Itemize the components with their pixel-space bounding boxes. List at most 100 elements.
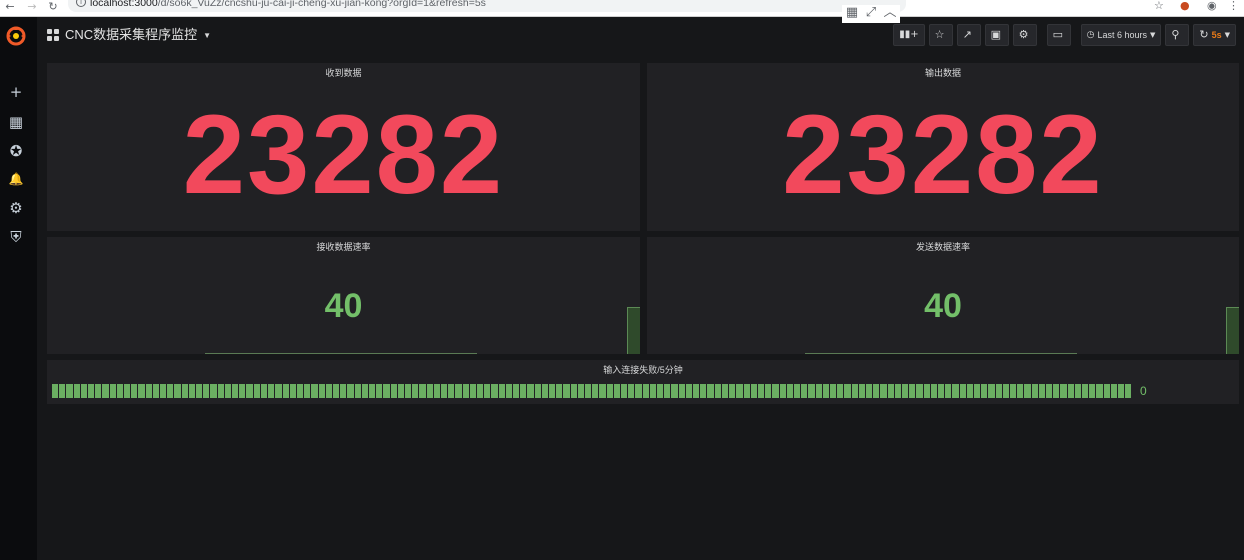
- url-text[interactable]: localhost:3000/d/so6k_VuZz/cncshu-ju-cai…: [90, 0, 530, 10]
- forward-icon[interactable]: →: [25, 0, 39, 13]
- bar-gauge-cell: [318, 384, 325, 398]
- grafana-logo-icon[interactable]: [6, 26, 26, 46]
- address-bar[interactable]: i localhost:3000/d/so6k_VuZz/cncshu-ju-c…: [68, 0, 906, 12]
- bar-gauge-cell: [534, 384, 541, 398]
- bar-gauge-cell: [210, 384, 217, 398]
- sparkline: [805, 353, 1077, 354]
- bar-gauge-cell: [1031, 384, 1038, 398]
- shield-icon[interactable]: ⛨: [8, 229, 24, 245]
- bar-gauge-cell: [894, 384, 901, 398]
- bar-gauge-cell: [1089, 384, 1096, 398]
- dashboard-title[interactable]: CNC数据采集程序监控: [65, 27, 197, 43]
- bar-gauge-cell: [613, 384, 621, 398]
- plus-icon[interactable]: +: [8, 84, 24, 100]
- cog-icon: ⚙: [1018, 28, 1029, 41]
- bar-gauge-cell: [325, 384, 332, 398]
- bar-gauge-cell: [419, 384, 426, 398]
- url-path: /d/so6k_VuZz/cncshu-ju-cai-ji-cheng-xu-j…: [157, 0, 486, 9]
- panel-title[interactable]: 发送数据速率: [647, 242, 1239, 253]
- bar-gauge-cell: [909, 384, 916, 398]
- share-button[interactable]: ↗: [956, 24, 981, 46]
- bar-gauge-cell: [1103, 384, 1110, 398]
- bar-gauge-cell: [815, 384, 822, 398]
- bar-gauge-cell: [383, 384, 390, 398]
- bar-gauge-cell: [116, 384, 124, 398]
- bar-gauge-cell: [527, 384, 534, 398]
- fullscreen-icon[interactable]: ⤢: [863, 5, 879, 21]
- time-picker-button[interactable]: ◷ Last 6 hours ▼: [1080, 24, 1162, 46]
- bar-gauge-cell: [109, 384, 116, 398]
- reload-icon[interactable]: ↻: [46, 0, 60, 13]
- bar-gauge-cell: [592, 384, 599, 398]
- extension-icon[interactable]: ●: [1180, 0, 1190, 12]
- bar-gauge-cell: [642, 384, 649, 398]
- bar-gauge-cell: [974, 384, 981, 398]
- bar-gauge-cell: [1082, 384, 1089, 398]
- dashboard-picker[interactable]: CNC数据采集程序监控 ▼: [47, 26, 211, 44]
- refresh-picker-button[interactable]: ↻ 5s ▼: [1193, 24, 1236, 46]
- bar-gauge-cell: [606, 384, 613, 398]
- explore-icon[interactable]: ✪: [8, 143, 24, 159]
- window-control-overlay: ▦ ⤢ ︿: [842, 5, 900, 23]
- bar-gauge-cell: [152, 384, 160, 398]
- tv-mode-button[interactable]: ▭: [1046, 24, 1071, 46]
- save-button[interactable]: ▣: [984, 24, 1009, 46]
- dashboard-grid-icon: [47, 29, 59, 41]
- bar-gauge-cell: [440, 384, 448, 398]
- bar-gauge-cell: [822, 384, 829, 398]
- panel-title[interactable]: 收到数据: [47, 68, 640, 79]
- back-icon[interactable]: ←: [3, 0, 17, 13]
- zoom-out-button[interactable]: ⚲: [1165, 24, 1190, 46]
- bar-gauge-cell: [743, 384, 750, 398]
- share-icon: ↗: [962, 28, 972, 41]
- bar-gauge-cell: [945, 384, 952, 398]
- bar-gauge-cell: [664, 384, 671, 398]
- bar-gauge-cell: [671, 384, 678, 398]
- refresh-icon: ↻: [1199, 28, 1209, 41]
- bar-gauge-cell: [729, 384, 736, 398]
- panel-title[interactable]: 输入连接失败/5分钟: [47, 365, 1239, 376]
- dashboards-icon[interactable]: ▦: [8, 114, 24, 130]
- bar-gauge-cell: [959, 384, 966, 398]
- browser-menu-icon[interactable]: ⋮: [1228, 0, 1239, 12]
- bar-gauge-cell: [563, 384, 570, 398]
- collapse-icon[interactable]: ︿: [882, 5, 898, 21]
- gear-icon[interactable]: ⚙: [8, 200, 24, 216]
- bar-gauge-cell: [837, 384, 844, 398]
- grid-view-icon[interactable]: ▦: [844, 5, 860, 21]
- info-icon[interactable]: i: [76, 0, 86, 7]
- bookmark-star-icon[interactable]: ☆: [1154, 0, 1164, 12]
- bar-gauge-cell: [217, 384, 224, 398]
- bar-gauge-cell: [1074, 384, 1082, 398]
- bar-gauge-cell: [1118, 384, 1125, 398]
- bar-gauge-cell: [476, 384, 484, 398]
- bar-gauge-cell: [570, 384, 577, 398]
- bar-gauge-cell: [404, 384, 412, 398]
- bar-gauge-cell: [966, 384, 973, 398]
- recv-rate-value: 40: [324, 287, 363, 325]
- panel-title[interactable]: 输出数据: [647, 68, 1239, 79]
- time-range-label: Last 6 hours: [1097, 30, 1147, 40]
- bar-gauge-cell: [657, 384, 664, 398]
- bar-gauge-cell: [167, 384, 174, 398]
- bar-gauge-cell: [73, 384, 80, 398]
- star-dashboard-button[interactable]: ☆: [928, 24, 953, 46]
- settings-button[interactable]: ⚙: [1012, 24, 1037, 46]
- bar-gauge-cell: [556, 384, 563, 398]
- bar-gauge-cell: [808, 384, 815, 398]
- bar-gauge-cell: [181, 384, 188, 398]
- bar-gauge-cell: [635, 384, 642, 398]
- bar-gauge-cell: [304, 384, 311, 398]
- bar-gauge-cell: [829, 384, 837, 398]
- bar-gauge-cell: [1110, 384, 1118, 398]
- panel-send-rate: 发送数据速率 40: [647, 237, 1239, 354]
- bar-gauge-cell: [541, 384, 549, 398]
- panel-title[interactable]: 接收数据速率: [47, 242, 640, 253]
- bar-gauge-cell: [721, 384, 729, 398]
- profile-icon[interactable]: ◉: [1207, 0, 1217, 12]
- bar-gauge-cell: [1096, 384, 1103, 398]
- bar-gauge-cell: [296, 384, 304, 398]
- bell-icon[interactable]: 🔔: [8, 171, 24, 187]
- add-panel-button[interactable]: ▮▮+: [893, 24, 925, 46]
- bar-gauge-cell: [66, 384, 73, 398]
